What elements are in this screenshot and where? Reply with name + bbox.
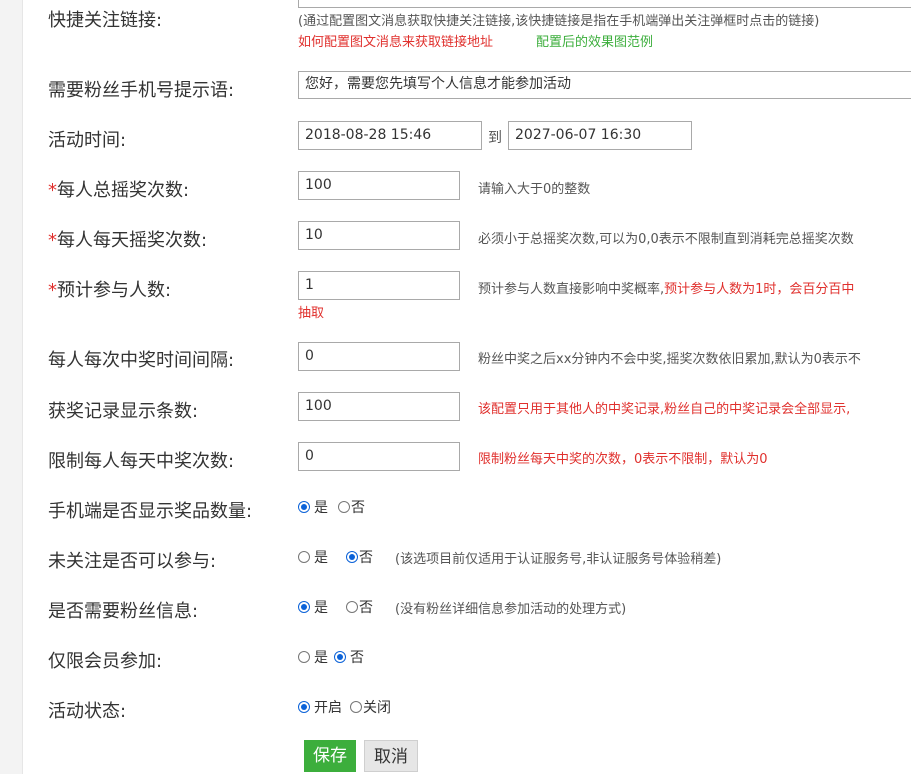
shortcut-link-label: 快捷关注链接: [48,10,163,31]
record-count-input[interactable]: 100 [298,392,460,421]
shortcut-link-note: (通过配置图文消息获取快捷关注链接,该快捷链接是指在手机端弹出关注弹框时点击的链… [298,14,820,29]
daily-wins-input[interactable]: 0 [298,442,460,471]
win-interval-label: 每人每次中奖时间间隔: [48,350,235,371]
unfollowed-join-no-label: 否 [359,550,373,566]
required-mark: * [48,280,57,301]
need-fan-info-yes-label: 是 [314,600,328,616]
unfollowed-join-label: 未关注是否可以参与: [48,551,217,572]
expected-participants-hint-wrap: 抽取 [298,306,325,321]
start-time-input[interactable]: 2018-08-28 15:46 [298,121,482,150]
cancel-button[interactable]: 取消 [364,740,418,772]
phone-prompt-label: 需要粉丝手机号提示语: [48,80,235,101]
daily-wins-hint: 限制粉丝每天中奖的次数，0表示不限制，默认为0 [478,452,768,467]
unfollowed-join-options: 是 否 (该选项目前仅适用于认证服务号,非认证服务号体验稍差) [298,547,721,567]
unfollowed-join-yes-label: 是 [314,550,328,566]
activity-status-label: 活动状态: [48,701,127,722]
total-shakes-input[interactable]: 100 [298,171,460,200]
win-interval-input[interactable]: 0 [298,342,460,371]
need-fan-info-options: 是 否 (没有粉丝详细信息参加活动的处理方式) [298,597,626,617]
total-shakes-hint: 请输入大于0的整数 [478,182,591,197]
activity-status-options: 开启 关闭 [298,697,397,717]
status-off-radio[interactable] [350,701,362,713]
show-prize-count-yes-label: 是 [314,500,328,516]
status-off-label: 关闭 [363,700,391,716]
daily-shakes-label-text: 每人每天摇奖次数: [57,230,208,251]
win-interval-hint: 粉丝中奖之后xx分钟内不会中奖,摇奖次数依旧累加,默认为0表示不 [478,352,861,367]
members-only-yes-label: 是 [314,650,328,666]
expected-participants-hint: 预计参与人数直接影响中奖概率,预计参与人数为1时，会百分百中 [478,278,854,297]
unfollowed-join-yes-radio[interactable] [298,551,310,563]
record-count-label: 获奖记录显示条数: [48,401,199,422]
example-image-link[interactable]: 配置后的效果图范例 [536,31,653,50]
save-button[interactable]: 保存 [304,740,356,772]
required-mark: * [48,180,57,201]
end-time-input[interactable]: 2027-06-07 16:30 [508,121,692,150]
members-only-yes-radio[interactable] [298,651,310,663]
members-only-no-label: 否 [350,650,364,666]
need-fan-info-no-label: 否 [359,600,373,616]
show-prize-count-label: 手机端是否显示奖品数量: [48,501,253,522]
expected-participants-label: *预计参与人数: [48,276,171,302]
required-mark: * [48,230,57,251]
phone-prompt-input[interactable]: 您好，需要您先填写个人信息才能参加活动 [298,71,911,99]
daily-shakes-hint: 必须小于总摇奖次数,可以为0,0表示不限制直到消耗完总摇奖次数 [478,232,854,247]
expected-participants-label-text: 预计参与人数: [57,280,172,301]
need-fan-info-no-radio[interactable] [346,601,358,613]
howto-config-link[interactable]: 如何配置图文消息来获取链接地址 [298,31,493,50]
members-only-no-radio[interactable] [334,651,346,663]
unfollowed-join-no-radio[interactable] [346,551,358,563]
daily-shakes-label: *每人每天摇奖次数: [48,226,207,252]
unfollowed-join-note: (该选项目前仅适用于认证服务号,非认证服务号体验稍差) [395,551,722,567]
expected-participants-input[interactable]: 1 [298,271,460,300]
record-count-hint: 该配置只用于其他人的中奖记录,粉丝自己的中奖记录会全部显示, [478,402,851,417]
members-only-options: 是 否 [298,647,370,667]
to-separator: 到 [488,130,502,146]
daily-wins-label: 限制每人每天中奖次数: [48,451,235,472]
total-shakes-label-text: 每人总摇奖次数: [57,180,190,201]
left-sidebar-strip [0,0,23,774]
daily-shakes-input[interactable]: 10 [298,221,460,250]
status-on-label: 开启 [314,700,342,716]
show-prize-count-options: 是 否 [298,497,371,517]
activity-time-label: 活动时间: [48,130,127,151]
expected-participants-hint-text: 预计参与人数直接影响中奖概率, [478,282,665,297]
expected-participants-hint-warning: 预计参与人数为1时，会百分百中 [664,282,855,297]
members-only-label: 仅限会员参加: [48,651,163,672]
show-prize-count-no-radio[interactable] [338,501,350,513]
status-on-radio[interactable] [298,701,310,713]
show-prize-count-yes-radio[interactable] [298,501,310,513]
shortcut-link-input[interactable] [298,0,911,8]
total-shakes-label: *每人总摇奖次数: [48,176,189,202]
need-fan-info-yes-radio[interactable] [298,601,310,613]
show-prize-count-no-label: 否 [351,500,365,516]
need-fan-info-note: (没有粉丝详细信息参加活动的处理方式) [395,601,627,617]
need-fan-info-label: 是否需要粉丝信息: [48,601,199,622]
